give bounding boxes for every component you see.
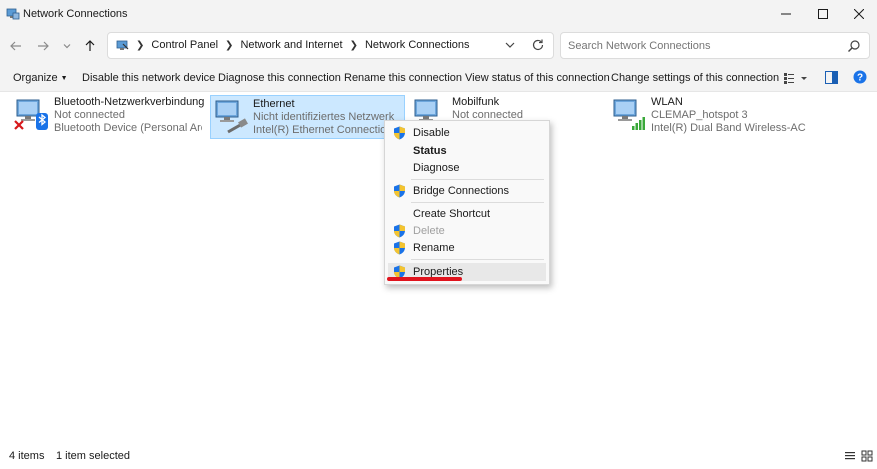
minimize-button[interactable]	[768, 0, 804, 28]
help-icon[interactable]: ?	[853, 70, 867, 84]
menu-item-bridge[interactable]: Bridge Connections	[388, 182, 546, 200]
title-bar: Network Connections	[0, 0, 877, 28]
wlan-network-icon	[613, 99, 645, 130]
menu-item-diagnose[interactable]: Diagnose	[388, 159, 546, 177]
menu-item-label: Delete	[413, 225, 445, 237]
window-title: Network Connections	[23, 8, 128, 20]
forward-button[interactable]	[33, 36, 53, 56]
menu-item-status[interactable]: Status	[388, 142, 546, 160]
connection-device: Bluetooth Device (Personal Area ...	[54, 122, 202, 134]
menu-item-label: Diagnose	[413, 162, 460, 174]
network-connections-icon	[6, 8, 20, 20]
breadcrumb-network-connections[interactable]: Network Connections	[365, 39, 470, 51]
chevron-down-icon[interactable]	[503, 38, 517, 52]
chevron-right-icon: ❯	[349, 39, 358, 51]
bluetooth-network-icon	[14, 99, 48, 130]
status-bar: 4 items 1 item selected	[0, 442, 877, 469]
search-input[interactable]: Search Network Connections	[568, 40, 710, 52]
minimize-icon	[781, 13, 791, 15]
menu-item-label: Rename	[413, 242, 455, 254]
connection-status: Not connected	[54, 109, 125, 121]
breadcrumb-network-and-internet[interactable]: Network and Internet	[240, 39, 342, 51]
maximize-icon	[818, 9, 828, 19]
control-panel-icon	[116, 40, 129, 50]
connection-status: CLEMAP_hotspot 3	[651, 109, 748, 121]
menu-separator	[411, 179, 544, 180]
item-count: 4 items	[9, 450, 45, 462]
selection-count: 1 item selected	[56, 450, 130, 462]
search-box[interactable]: Search Network Connections	[560, 32, 870, 59]
menu-item-label: Disable	[413, 127, 450, 139]
view-status-button[interactable]: View status of this connection	[465, 72, 610, 84]
back-button[interactable]	[6, 36, 26, 56]
chevron-right-icon: ❯	[225, 39, 234, 51]
menu-item-delete: Delete	[388, 222, 546, 240]
uac-shield-icon	[394, 184, 405, 198]
menu-item-label: Status	[413, 145, 447, 157]
diagnose-button[interactable]: Diagnose this connection	[218, 72, 341, 84]
menu-item-disable[interactable]: Disable	[388, 124, 546, 142]
arrow-up-icon	[85, 40, 95, 51]
navigation-bar: ❯ Control Panel ❯ Network and Internet ❯…	[0, 28, 877, 64]
change-settings-button[interactable]: Change settings of this connection	[611, 72, 779, 84]
uac-shield-icon	[394, 241, 405, 255]
ethernet-network-icon	[215, 100, 248, 134]
large-icons-view-icon[interactable]	[861, 450, 873, 462]
maximize-button[interactable]	[805, 0, 841, 28]
command-bar: Organize ▼ Disable this network device Di…	[0, 64, 877, 92]
connection-name: WLAN	[651, 96, 683, 108]
refresh-icon[interactable]	[531, 38, 545, 52]
connection-name: Mobilfunk	[452, 96, 500, 108]
menu-item-label: Bridge Connections	[413, 185, 510, 197]
context-menu: Disable Status Diagnose Bridge Connectio…	[384, 120, 550, 285]
rename-button[interactable]: Rename this connection	[344, 72, 462, 84]
connection-device: Intel(R) Ethernet Connection (4) I...	[253, 124, 403, 136]
organize-button[interactable]: Organize ▼	[13, 72, 68, 84]
view-options-icon[interactable]	[783, 71, 809, 85]
svg-text:?: ?	[857, 73, 863, 84]
connection-device: Intel(R) Dual Band Wireless-AC 82...	[651, 122, 806, 134]
caret-down-icon: ▼	[60, 75, 68, 82]
up-button[interactable]	[80, 36, 100, 56]
connection-item-wlan[interactable]: WLAN CLEMAP_hotspot 3 Intel(R) Dual Band…	[609, 94, 809, 138]
arrow-left-icon	[10, 41, 21, 51]
breadcrumb: ❯ Control Panel ❯ Network and Internet ❯…	[132, 39, 470, 51]
address-bar[interactable]: ❯ Control Panel ❯ Network and Internet ❯…	[107, 32, 554, 59]
organize-label: Organize	[13, 72, 58, 84]
disable-device-button[interactable]: Disable this network device	[82, 72, 215, 84]
connection-item-ethernet[interactable]: Ethernet Nicht identifiziertes Netzwerk …	[210, 95, 405, 139]
details-view-icon[interactable]	[844, 450, 856, 462]
menu-item-rename[interactable]: Rename	[388, 239, 546, 257]
connection-name: Ethernet	[253, 98, 295, 110]
preview-pane-icon[interactable]	[825, 71, 838, 84]
menu-separator	[411, 202, 544, 203]
recent-locations-button[interactable]	[57, 36, 77, 56]
menu-separator	[411, 259, 544, 260]
annotation-underline	[387, 277, 462, 281]
search-icon	[848, 40, 860, 52]
uac-shield-icon	[394, 224, 405, 238]
connection-status: Nicht identifiziertes Netzwerk	[253, 111, 395, 123]
chevron-down-icon	[63, 44, 71, 49]
connection-item-bluetooth[interactable]: Bluetooth-Netzwerkverbindung Not connect…	[12, 94, 205, 138]
close-button[interactable]	[841, 0, 877, 28]
menu-item-create-shortcut[interactable]: Create Shortcut	[388, 205, 546, 223]
breadcrumb-control-panel[interactable]: Control Panel	[151, 39, 218, 51]
menu-item-label: Create Shortcut	[413, 208, 491, 220]
uac-shield-icon	[394, 126, 405, 140]
close-icon	[854, 9, 864, 19]
connection-name: Bluetooth-Netzwerkverbindung	[54, 96, 205, 108]
chevron-right-icon: ❯	[136, 39, 145, 51]
arrow-right-icon	[38, 41, 49, 51]
